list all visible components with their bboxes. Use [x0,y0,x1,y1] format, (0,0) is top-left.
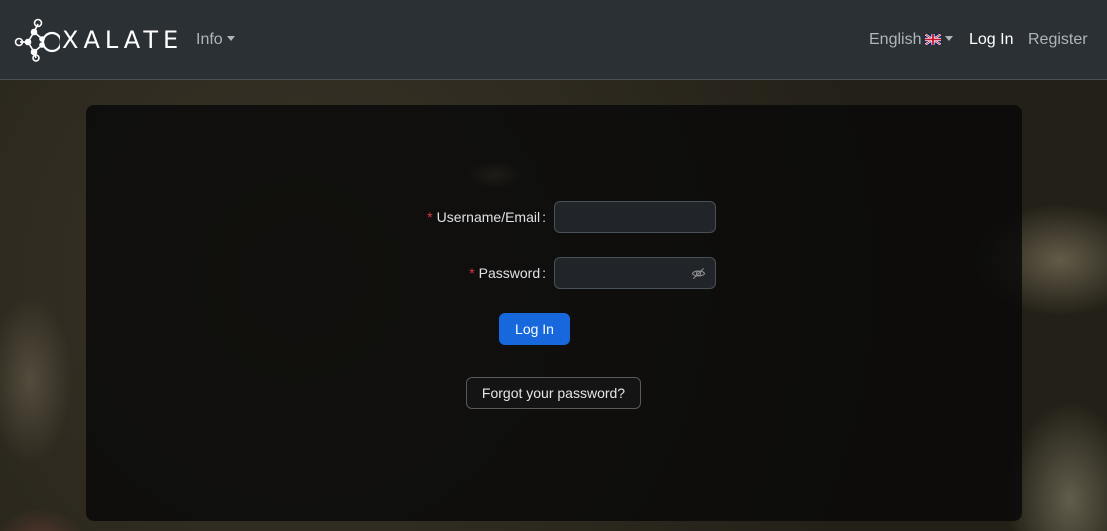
chevron-down-icon [945,36,954,41]
required-marker: * [427,209,433,225]
chevron-down-icon [226,36,235,41]
forgot-password-button[interactable]: Forgot your password? [466,377,641,409]
label-colon: : [542,265,546,281]
uk-flag-icon [925,34,942,45]
username-input[interactable] [554,201,716,233]
password-field-wrapper [554,257,716,289]
username-row: * Username/Email: [0,201,716,233]
nav-login-link[interactable]: Log In [969,30,1013,50]
login-submit-button[interactable]: Log In [499,313,570,345]
brand-name: XALATE [62,26,184,54]
label-colon: : [542,209,546,225]
nav-language-dropdown[interactable]: English [869,30,954,50]
username-label: * Username/Email: [427,209,554,225]
brand-logo[interactable]: XALATE [14,18,183,62]
password-label: * Password: [469,265,554,281]
eye-invisible-icon[interactable] [691,266,706,281]
required-marker: * [469,265,475,281]
nav-register-link[interactable]: Register [1028,30,1088,50]
navbar: XALATE Info English Log In Register [0,0,1107,80]
nav-info-label: Info [196,31,223,48]
oxalate-logo-icon [14,18,60,62]
password-label-text: Password [478,265,541,281]
nav-info-dropdown[interactable]: Info [196,30,235,50]
nav-language-label: English [869,31,922,48]
password-row: * Password: [0,257,716,289]
username-label-text: Username/Email [436,209,541,225]
